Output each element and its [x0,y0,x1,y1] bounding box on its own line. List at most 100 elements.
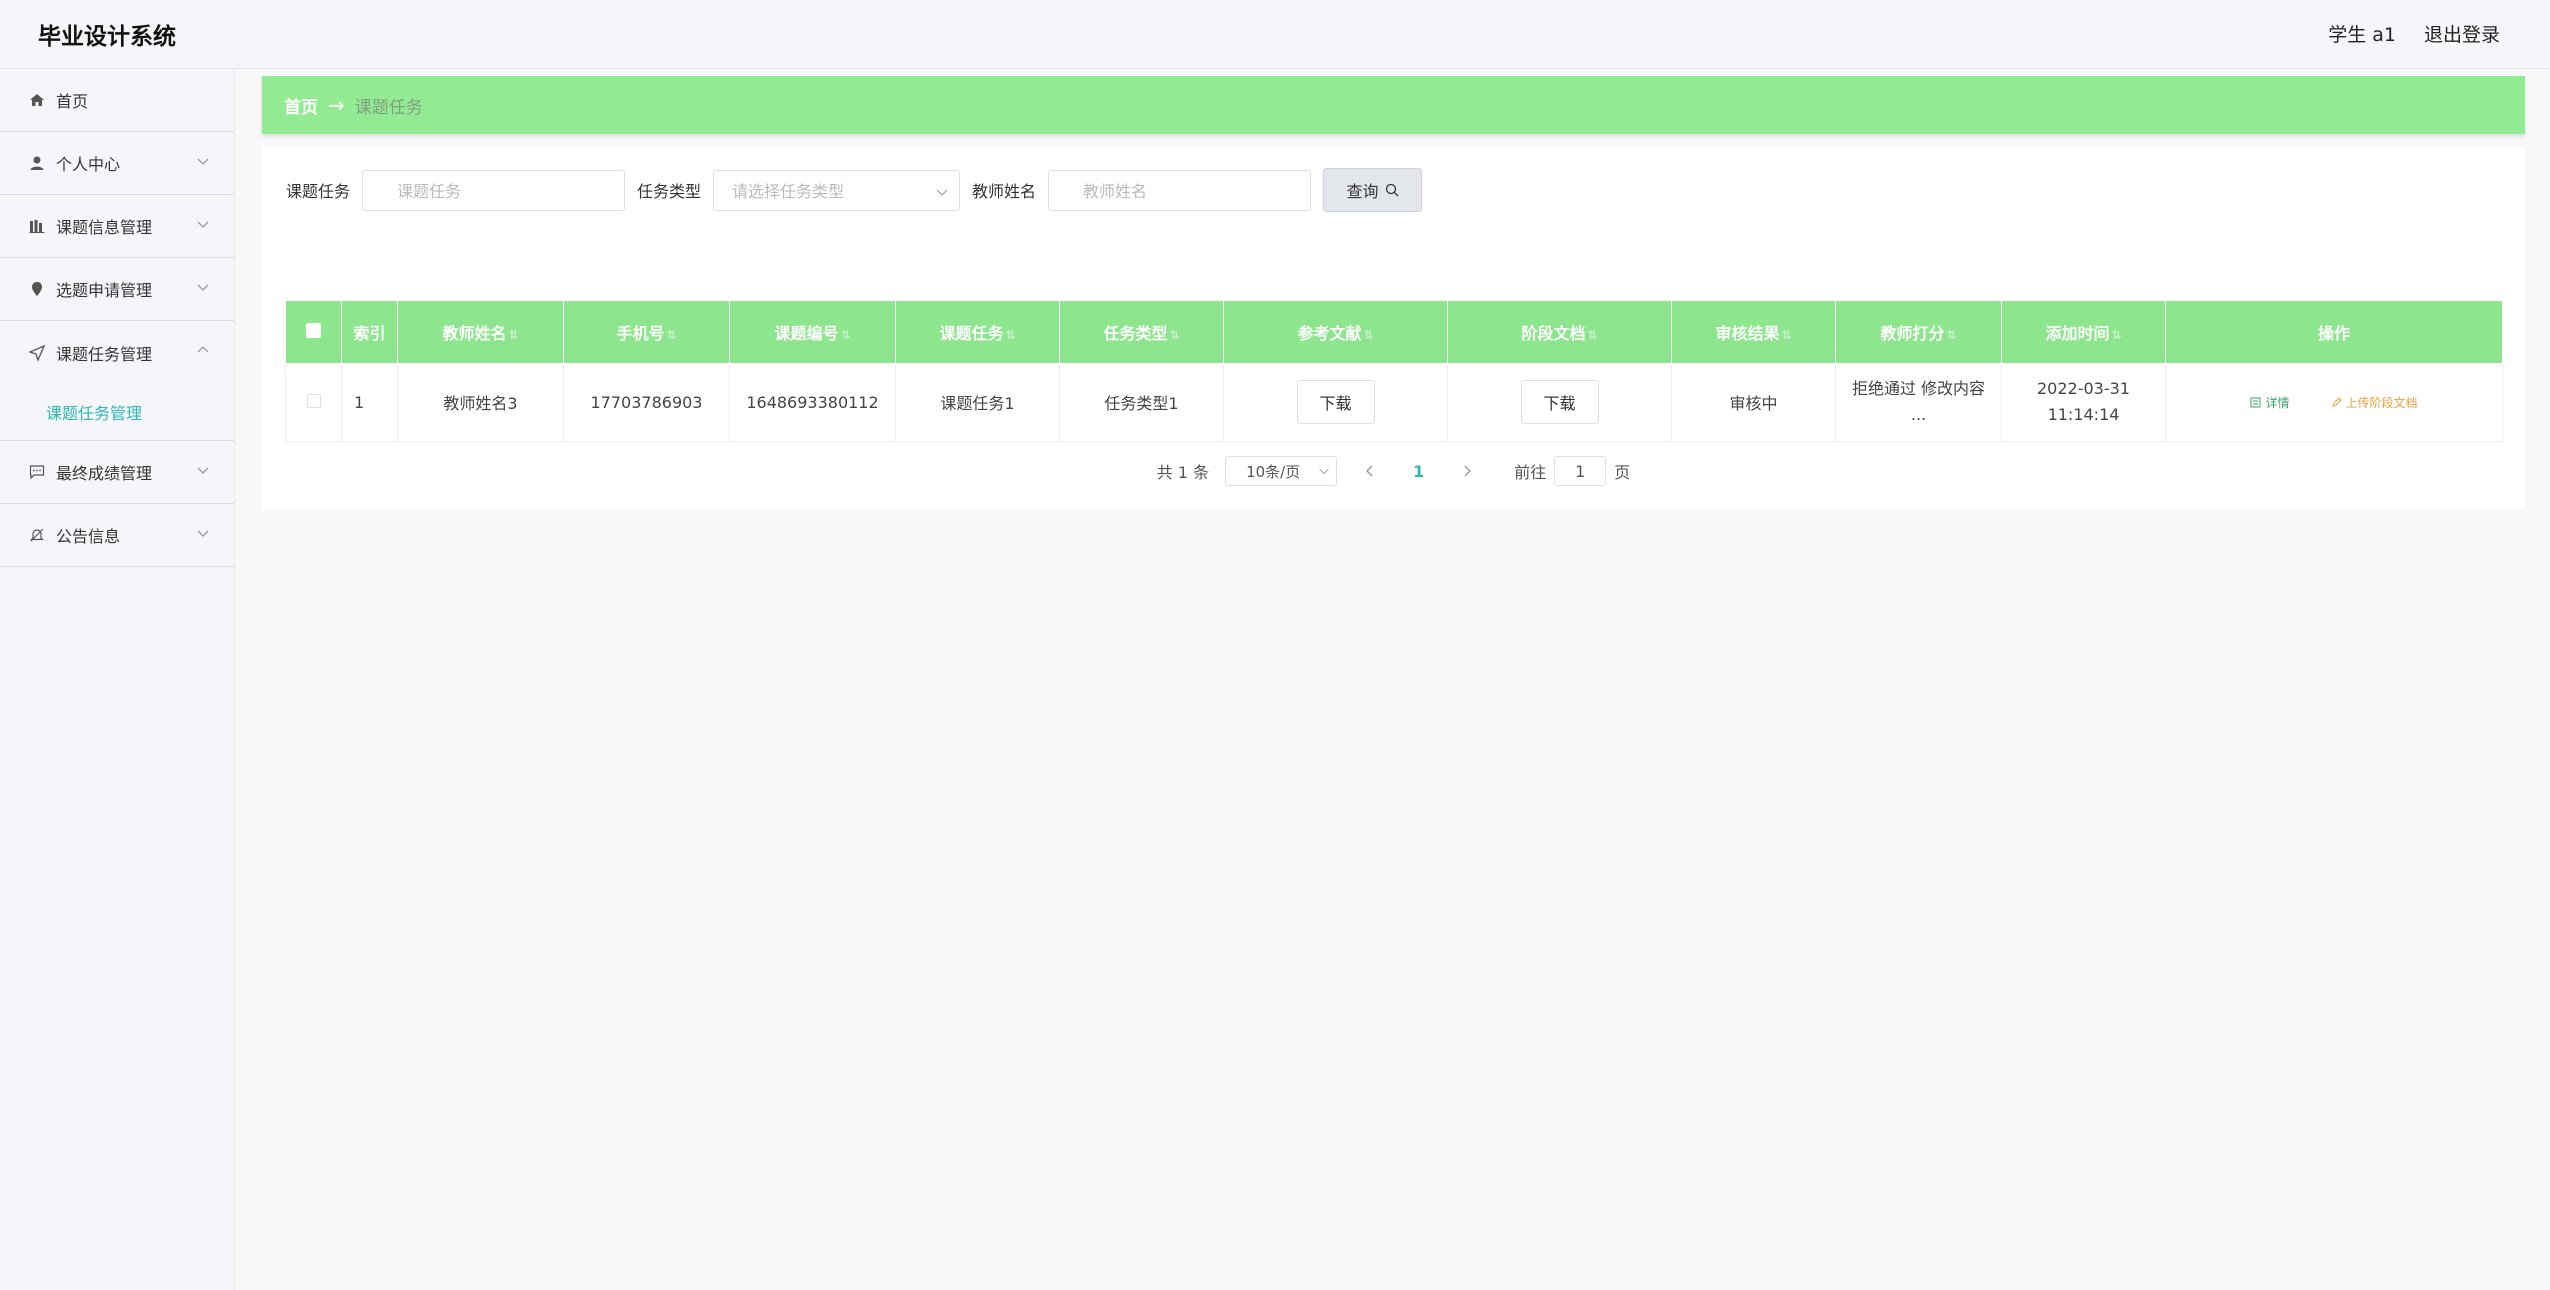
teacher-search-input[interactable]: 教师姓名 [1048,169,1312,211]
sort-icon: ⇅ [1781,328,1792,342]
detail-icon [2250,397,2261,407]
type-placeholder: 请选择任务类型 [732,182,845,201]
edit-icon [2331,396,2342,407]
prev-page-icon[interactable] [1363,464,1377,478]
cell-phone: 17703786903 [563,363,730,442]
col-task[interactable]: 课题任务 ⇅ [895,301,1060,363]
col-review[interactable]: 审核结果 ⇅ [1671,301,1836,363]
cell-actions: 详情 上传阶段文档 [2165,363,2503,442]
sidebar-subitem-topic-task-manage[interactable]: 课题任务管理 [0,384,234,441]
col-time[interactable]: 添加时间 ⇅ [2001,301,2166,363]
cell-task: 课题任务1 [895,363,1060,442]
detail-button[interactable]: 详情 [2250,394,2289,411]
upload-stage-doc-button[interactable]: 上传阶段文档 [2331,394,2418,411]
select-all-checkbox[interactable] [305,322,321,338]
sort-icon: ⇅ [840,328,851,342]
sort-icon: ⇅ [1946,328,1957,342]
pagination: 共 1 条 10条/页 1 前往 1 页 [262,454,2525,488]
col-label: 教师姓名 [442,324,507,343]
task-table: 索引 教师姓名 ⇅ 手机号 ⇅ 课题编号 ⇅ 课题任务 ⇅ 任务类型 ⇅ 参考文献 ⇅ 阶段… [285,301,2503,442]
goto-prefix: 前往 [1514,463,1547,482]
query-button-label: 查询 [1346,182,1379,201]
next-page-icon[interactable] [1460,464,1474,478]
col-reference[interactable]: 参考文献 ⇅ [1223,301,1448,363]
col-label: 课题任务 [939,324,1004,343]
send-icon [28,344,46,362]
col-label: 添加时间 [2045,324,2110,343]
sort-icon: ⇅ [666,328,677,342]
message-icon [28,463,46,481]
cell-type: 任务类型1 [1059,363,1224,442]
cell-stage-doc: 下载 [1447,363,1672,442]
cell-time: 2022-03-31 11:14:14 [2001,363,2166,442]
chevron-down-icon [197,221,209,228]
cell-reference: 下载 [1223,363,1448,442]
col-phone[interactable]: 手机号 ⇅ [563,301,730,363]
chevron-down-icon [197,284,209,291]
page-size-select[interactable]: 10条/页 [1225,456,1338,486]
sidebar-item-announcements[interactable]: 公告信息 [0,504,234,567]
upload-label: 上传阶段文档 [2345,395,2418,410]
goto-page-input[interactable]: 1 [1554,456,1607,486]
bell-off-icon [28,526,46,544]
cell-topic-no: 1648693380112 [729,363,896,442]
cell-index: 1 [341,363,398,442]
col-index: 索引 [341,301,398,363]
stage-doc-download-button[interactable]: 下载 [1520,380,1599,424]
sort-icon: ⇅ [2111,328,2122,342]
task-placeholder: 课题任务 [397,182,462,201]
home-icon [28,91,46,109]
sort-icon: ⇅ [1363,328,1374,342]
col-label: 参考文献 [1297,324,1362,343]
type-label: 任务类型 [637,182,702,201]
chart-icon [28,217,46,235]
cell-score: 拒绝通过 修改内容 ... [1835,363,2002,442]
select-all-cell[interactable] [285,301,342,363]
col-stage-doc[interactable]: 阶段文档 ⇅ [1447,301,1672,363]
current-user: 学生 a1 [2328,24,2396,46]
sidebar-item-label: 公告信息 [56,527,121,546]
col-teacher[interactable]: 教师姓名 ⇅ [397,301,564,363]
sidebar-item-label: 课题信息管理 [56,218,153,237]
cell-review: 审核中 [1671,363,1836,442]
sidebar-item-topic-application[interactable]: 选题申请管理 [0,258,234,321]
col-label: 课题编号 [774,324,839,343]
chevron-down-icon [1319,468,1329,475]
sidebar-item-personal-center[interactable]: 个人中心 [0,132,234,195]
sidebar-item-final-grades[interactable]: 最终成绩管理 [0,441,234,504]
col-topic-no[interactable]: 课题编号 ⇅ [729,301,896,363]
query-button[interactable]: 查询 [1323,168,1423,212]
breadcrumb-home[interactable]: 首页 [284,93,318,118]
chevron-down-icon [197,530,209,537]
current-page[interactable]: 1 [1413,462,1424,481]
col-label: 手机号 [616,324,665,343]
chevron-down-icon [197,158,209,165]
row-select-cell[interactable] [285,363,342,442]
main-content: 课题任务 课题任务 任务类型 请选择任务类型 教师姓名 教师姓名 查询 索引 教… [262,147,2525,509]
col-score[interactable]: 教师打分 ⇅ [1835,301,2002,363]
search-icon [1385,183,1399,197]
task-type-select[interactable]: 请选择任务类型 [713,169,961,211]
sidebar: 首页 个人中心 课题信息管理 选题申请管理 课题任务管理 课题任务管理 最终成绩… [0,69,235,1290]
sidebar-item-home[interactable]: 首页 [0,69,234,132]
chevron-down-icon [936,189,948,196]
goto-suffix: 页 [1614,463,1631,482]
logout-link[interactable]: 退出登录 [2424,20,2500,47]
detail-label: 详情 [2265,395,2290,410]
sidebar-item-topic-info[interactable]: 课题信息管理 [0,195,234,258]
sort-icon: ⇅ [1587,328,1598,342]
col-type[interactable]: 任务类型 ⇅ [1059,301,1224,363]
task-label: 课题任务 [286,182,351,201]
chevron-down-icon [197,467,209,474]
row-checkbox[interactable] [306,393,321,408]
header-user-area: 学生 a1 退出登录 [2328,20,2500,47]
sidebar-item-label: 首页 [56,92,89,111]
sort-icon: ⇅ [508,328,519,342]
sidebar-item-label: 选题申请管理 [56,281,153,300]
sidebar-item-topic-task[interactable]: 课题任务管理 [0,321,234,384]
breadcrumb: 首页 → 课题任务 [262,76,2525,134]
task-search-input[interactable]: 课题任务 [362,169,626,211]
top-header: 毕业设计系统 学生 a1 退出登录 [0,0,2550,69]
reference-download-button[interactable]: 下载 [1296,380,1375,424]
teacher-placeholder: 教师姓名 [1083,182,1148,201]
